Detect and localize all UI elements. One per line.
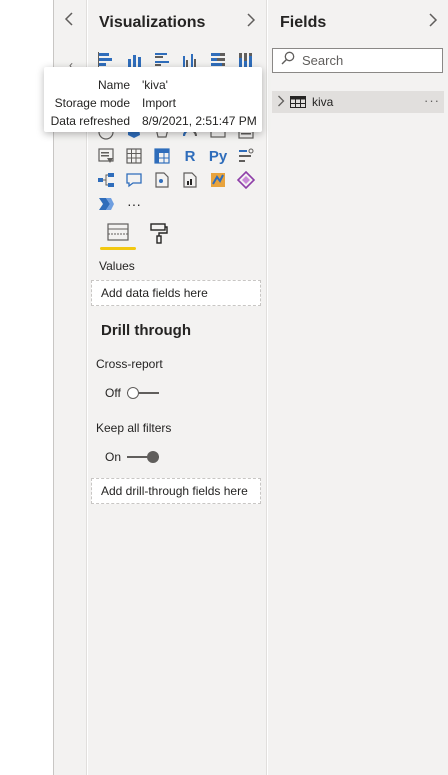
cross-report-label: Cross-report [96,357,163,371]
collapse-chevron-icon[interactable] [64,12,74,31]
visualizations-title: Visualizations [99,14,206,31]
decomposition-tree-icon[interactable] [92,168,120,192]
paginated-report-icon[interactable] [176,168,204,192]
power-automate-icon[interactable] [92,192,120,216]
tooltip-value: Import [142,96,177,110]
viz-row [92,168,260,192]
toggle-track [127,451,160,463]
slicer-icon[interactable] [92,144,120,168]
tooltip-key: Storage mode [54,96,130,110]
search-input[interactable] [302,53,432,68]
values-drop-well[interactable]: Add data fields here [91,280,261,306]
toggle-knob [126,387,139,399]
fields-pane: Fields [268,0,448,775]
tooltip-key: Data refreshed [50,114,130,128]
keep-filters-state: On [105,450,122,464]
cross-report-state: Off [105,386,121,400]
fields-title: Fields [280,14,327,31]
more-options-icon[interactable]: ··· [424,93,440,108]
table-info-tooltip: Name 'kiva' Storage mode Import Data ref… [44,67,262,132]
matrix-icon[interactable] [148,144,176,168]
table-name: kiva [312,95,334,109]
values-label: Values [99,259,135,273]
tooltip-value: 8/9/2021, 2:51:47 PM [142,114,257,128]
fields-tab-icon[interactable] [98,222,138,252]
drill-through-title: Drill through [101,322,191,339]
viz-row: ··· [92,192,260,216]
power-apps-icon[interactable] [232,168,260,192]
python-visual-icon[interactable]: Py [204,144,232,168]
format-paint-roller-icon[interactable] [146,222,172,248]
smart-narrative-icon[interactable] [148,168,176,192]
expand-chevron-icon[interactable] [428,13,438,32]
fields-search-box[interactable] [272,48,443,73]
expand-chevron-icon[interactable] [246,13,256,32]
tooltip-value: 'kiva' [142,78,168,92]
more-visuals-icon[interactable]: ··· [120,192,148,216]
toggle-knob [147,451,160,463]
table-row[interactable]: kiva ··· [272,91,444,113]
keep-filters-label: Keep all filters [96,421,172,435]
keep-filters-toggle[interactable]: On [105,450,160,464]
drill-through-drop-well[interactable]: Add drill-through fields here [91,478,261,504]
toggle-track [126,387,159,399]
key-influencers-icon[interactable] [232,144,260,168]
expand-chevron-icon[interactable] [274,95,288,110]
tooltip-key: Name [97,78,130,92]
viz-row: R Py [92,144,260,168]
search-icon [281,51,295,70]
arcgis-map-icon[interactable] [204,168,232,192]
cross-report-toggle[interactable]: Off [105,386,159,400]
visualizations-tabs [98,222,258,252]
table-icon [290,96,306,108]
qa-visual-icon[interactable] [120,168,148,192]
r-script-visual-icon[interactable]: R [176,144,204,168]
active-tab-underline [100,247,136,250]
table-icon[interactable] [120,144,148,168]
